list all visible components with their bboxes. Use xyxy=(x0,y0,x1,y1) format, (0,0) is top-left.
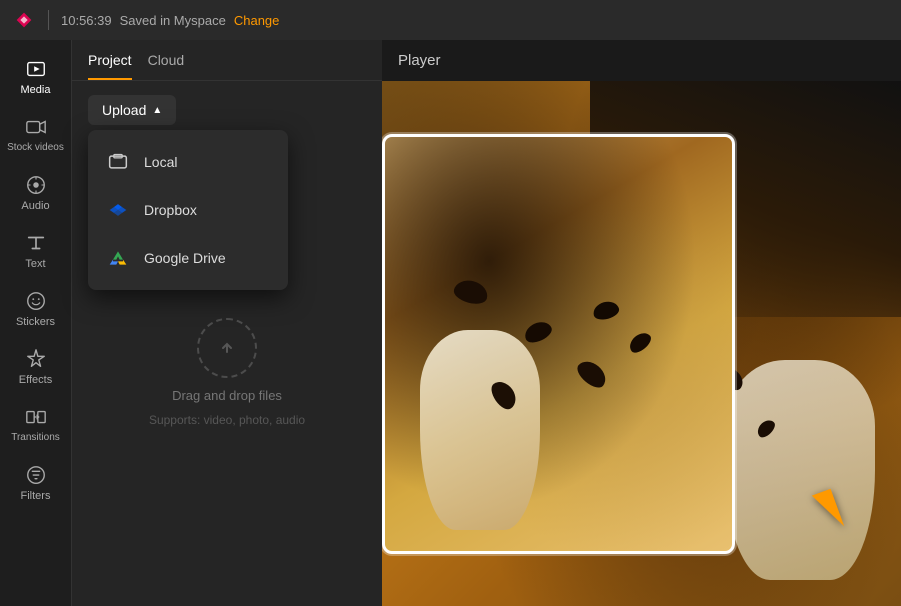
coffee-bean-hi xyxy=(573,356,610,392)
sidebar-item-text[interactable]: Text xyxy=(0,222,71,280)
timestamp: 10:56:39 xyxy=(61,13,112,28)
coffee-bean-hi xyxy=(626,329,654,356)
sidebar-item-transitions-label: Transitions xyxy=(11,432,60,444)
dropbox-label: Dropbox xyxy=(144,202,197,218)
drag-drop-text: Drag and drop files xyxy=(172,388,282,403)
coffee-bean-hi xyxy=(591,299,621,322)
sidebar-item-filters-label: Filters xyxy=(21,490,51,502)
upload-button[interactable]: Upload ▲ xyxy=(88,95,176,125)
drag-drop-subtext: Supports: video, photo, audio xyxy=(149,413,305,427)
sidebar-item-effects[interactable]: Effects xyxy=(0,338,71,396)
upload-dropdown: Local Dropbox xyxy=(88,130,288,290)
sidebar-item-transitions[interactable]: Transitions xyxy=(0,396,71,454)
dropdown-item-dropbox[interactable]: Dropbox xyxy=(88,186,288,234)
change-link[interactable]: Change xyxy=(234,13,280,28)
sidebar-item-filters[interactable]: Filters xyxy=(0,454,71,512)
main-layout: Media Stock videos Audio Text xyxy=(0,40,901,606)
highlighted-image xyxy=(382,134,735,554)
tab-cloud[interactable]: Cloud xyxy=(148,52,185,80)
upload-button-label: Upload xyxy=(102,102,146,118)
sidebar-item-stickers-label: Stickers xyxy=(16,316,55,328)
app-logo xyxy=(12,8,36,32)
coffee-bean-hi xyxy=(452,277,491,307)
player-canvas xyxy=(382,81,901,606)
text-icon xyxy=(25,232,47,254)
top-bar: 10:56:39 Saved in Myspace Change xyxy=(0,0,901,40)
player-area: Player xyxy=(382,40,901,606)
dropbox-icon xyxy=(106,198,130,222)
player-header: Player xyxy=(382,40,901,81)
hi-bag xyxy=(420,330,540,530)
local-icon xyxy=(106,150,130,174)
panel-tabs: Project Cloud xyxy=(72,40,382,81)
panel: Project Cloud Upload ▲ Local xyxy=(72,40,382,606)
sidebar-item-media[interactable]: Media xyxy=(0,48,71,106)
media-icon xyxy=(25,58,47,80)
google-drive-icon xyxy=(106,246,130,270)
coffee-bean-hi xyxy=(521,318,554,346)
player-title: Player xyxy=(398,52,441,69)
transitions-icon xyxy=(25,406,47,428)
chevron-up-icon: ▲ xyxy=(152,105,162,116)
tab-project[interactable]: Project xyxy=(88,52,132,80)
sidebar-item-stickers[interactable]: Stickers xyxy=(0,280,71,338)
stickers-icon xyxy=(25,290,47,312)
google-drive-label: Google Drive xyxy=(144,250,226,266)
left-sidebar: Media Stock videos Audio Text xyxy=(0,40,72,606)
sidebar-item-effects-label: Effects xyxy=(19,374,52,386)
local-label: Local xyxy=(144,154,177,170)
stock-videos-icon xyxy=(25,116,47,138)
effects-icon xyxy=(25,348,47,370)
audio-icon xyxy=(25,174,47,196)
sidebar-item-stock-label: Stock videos xyxy=(7,142,64,154)
save-status: Saved in Myspace xyxy=(120,13,226,28)
filters-icon xyxy=(25,464,47,486)
sidebar-item-audio[interactable]: Audio xyxy=(0,164,71,222)
sidebar-item-text-label: Text xyxy=(25,258,45,270)
sidebar-item-audio-label: Audio xyxy=(21,200,49,212)
sidebar-item-media-label: Media xyxy=(21,84,51,96)
dropdown-item-local[interactable]: Local xyxy=(88,138,288,186)
coffee-bag-right xyxy=(725,360,875,580)
dropdown-item-google-drive[interactable]: Google Drive xyxy=(88,234,288,282)
drag-drop-icon xyxy=(197,318,257,378)
sidebar-item-stock-videos[interactable]: Stock videos xyxy=(0,106,71,164)
divider xyxy=(48,10,49,30)
